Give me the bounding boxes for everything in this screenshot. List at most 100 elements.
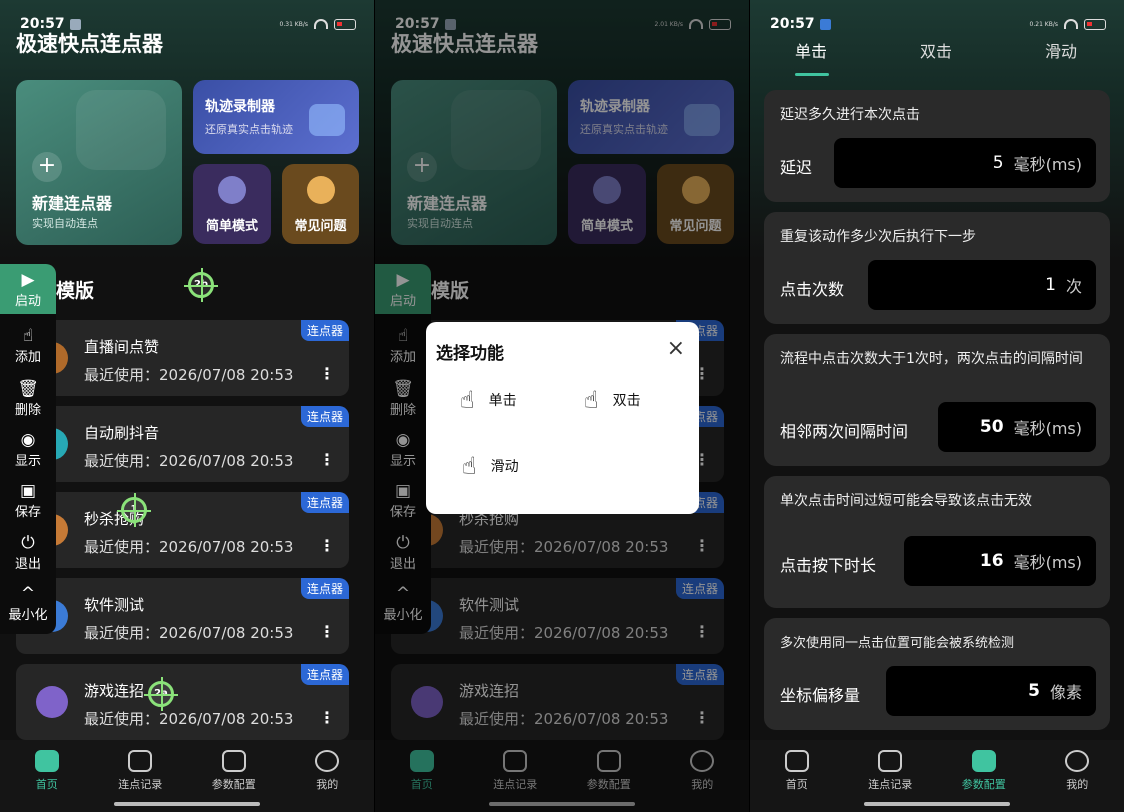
item-tag: 连点器 [300,320,349,341]
start-label: 启动 [14,294,41,309]
param-card-press-duration: 单次点击时间过短可能会导致该点击无效 点击按下时长 16 毫秒(ms) [764,476,1110,608]
item-tag: 连点器 [300,578,349,599]
net-speed: 0.31 KB/s [279,20,308,28]
nav-home-label: 首页 [35,778,58,791]
notification-icon [819,18,831,30]
swipe-hand-icon: ☝ [462,452,477,480]
item-last-used: 最近使用：2026/07/08 20:53 [84,538,294,556]
param-unit: 次 [1065,277,1082,296]
param-label: 点击按下时长 [780,556,877,575]
more-icon[interactable]: ⋮ [319,536,335,555]
question-icon [306,176,335,204]
simple-mode-label: 简单模式 [205,219,258,234]
param-label: 坐标偏移量 [780,686,861,705]
section-title: 模版 [56,280,95,302]
param-value: 5 [1028,681,1040,701]
gear-icon [971,750,996,772]
status-time: 20:57 [770,16,815,32]
double-tap-hand-icon: ☝ [584,386,599,414]
more-icon[interactable]: ⋮ [319,708,335,727]
target-label: 2b [193,279,209,290]
param-unit: 毫秒(ms) [1013,155,1082,174]
tab-single[interactable]: 单击 [795,38,827,62]
minimize-button[interactable]: ^ 最小化 [0,578,56,628]
target-label: 2a [154,688,168,699]
nav-home[interactable]: 首页 [0,740,94,812]
trash-icon: 🗑 [17,379,39,399]
show-label: 显示 [14,454,41,469]
nav-me[interactable]: 我的 [1031,740,1124,812]
wifi-icon [314,19,328,29]
clock-icon [878,750,903,772]
tab-double[interactable]: 双击 [920,38,952,62]
exit-button[interactable]: ⏻ 退出 [0,527,56,577]
delete-button[interactable]: 🗑 删除 [0,373,56,423]
close-icon[interactable]: × [667,336,685,361]
param-unit: 毫秒(ms) [1013,419,1082,438]
item-avatar [36,686,68,718]
faq-card[interactable]: 常见问题 [282,164,359,244]
status-right: 0.21 KB/s [1029,18,1106,30]
show-button[interactable]: ◉ 显示 [0,424,56,474]
item-name: 软件测试 [84,596,145,614]
list-item[interactable]: 软件测试 最近使用：2026/07/08 20:53 连点器 ⋮ [16,578,349,654]
dialog-title: 选择功能 [436,344,504,364]
track-sub: 还原真实点击轨迹 [205,123,293,136]
home-indicator [114,802,260,806]
param-value: 50 [979,417,1004,437]
option-swipe[interactable]: ☝ 滑动 [462,452,519,480]
eye-icon: ◉ [20,430,36,450]
smile-icon [315,750,340,772]
nav-home[interactable]: 首页 [750,740,844,812]
item-tag: 连点器 [300,664,349,685]
clock-icon [128,750,153,772]
item-name: 直播间点赞 [84,338,160,356]
tap-hand-icon: ☝ [460,386,475,414]
list-item[interactable]: 游戏连招 最近使用：2026/07/08 20:53 连点器 ⋮ [16,664,349,740]
param-question: 多次使用同一点击位置可能会被系统检测 [780,636,1015,651]
tab-swipe[interactable]: 滑动 [1045,38,1077,62]
nav-me[interactable]: 我的 [281,740,375,812]
press-duration-input[interactable]: 16 毫秒(ms) [904,536,1096,586]
net-speed: 0.21 KB/s [1029,20,1058,28]
interval-input[interactable]: 50 毫秒(ms) [938,402,1096,452]
start-button[interactable]: ▶ 启动 [0,264,56,314]
click-target-1[interactable]: 1 [117,493,151,527]
app-title: 极速快点连点器 [16,32,163,56]
item-last-used: 最近使用：2026/07/08 20:53 [84,710,294,728]
item-last-used: 最近使用：2026/07/08 20:53 [84,452,294,470]
more-icon[interactable]: ⋮ [319,622,335,641]
save-label: 保存 [14,505,41,520]
plus-icon: + [32,152,62,182]
list-item[interactable]: 自动刷抖音 最近使用：2026/07/08 20:53 连点器 ⋮ [16,406,349,482]
param-value: 5 [992,153,1004,173]
gear-icon [221,750,246,772]
new-clicker-sub: 实现自动连点 [32,217,98,230]
panel-select-function: 20:57 2.01 KB/s 极速快点连点器 + 新建连点器 实现自动连点 轨… [375,0,749,812]
nav-me-label: 我的 [316,778,339,791]
list-item[interactable]: 秒杀抢购 最近使用：2026/07/08 20:53 连点器 ⋮ [16,492,349,568]
track-recorder-card[interactable]: 轨迹录制器 还原真实点击轨迹 [193,80,359,154]
click-target-2a[interactable]: 2a [144,677,178,711]
click-target-2b[interactable]: 2b [184,268,218,302]
save-button[interactable]: ▣ 保存 [0,475,56,525]
delete-label: 删除 [14,403,41,418]
list-item[interactable]: 直播间点赞 最近使用：2026/07/08 20:53 连点器 ⋮ [16,320,349,396]
offset-input[interactable]: 5 像素 [886,666,1096,716]
more-icon[interactable]: ⋮ [319,364,335,383]
hand-icon: ☝ [22,326,34,346]
home-icon [34,750,59,772]
new-clicker-card[interactable]: + 新建连点器 实现自动连点 [16,80,182,245]
repeat-count-input[interactable]: 1次 [868,260,1096,310]
option-double-click[interactable]: ☝ 双击 [584,386,641,414]
power-icon: ⏻ [21,533,35,553]
screenshot-collage: 20:57 0.31 KB/s 极速快点连点器 + 新建连点器 实现自动连点 轨… [0,0,1124,812]
option-single-click[interactable]: ☝ 单击 [460,386,517,414]
simple-mode-card[interactable]: 简单模式 [193,164,271,244]
param-question: 流程中点击次数大于1次时，两次点击的间隔时间 [780,351,1083,367]
add-button[interactable]: ☝ 添加 [0,320,56,370]
param-card-delay: 延迟多久进行本次点击 延迟 5 毫秒(ms) [764,90,1110,202]
option-double-label: 双击 [612,393,641,409]
delay-input[interactable]: 5 毫秒(ms) [834,138,1096,188]
more-icon[interactable]: ⋮ [319,450,335,469]
